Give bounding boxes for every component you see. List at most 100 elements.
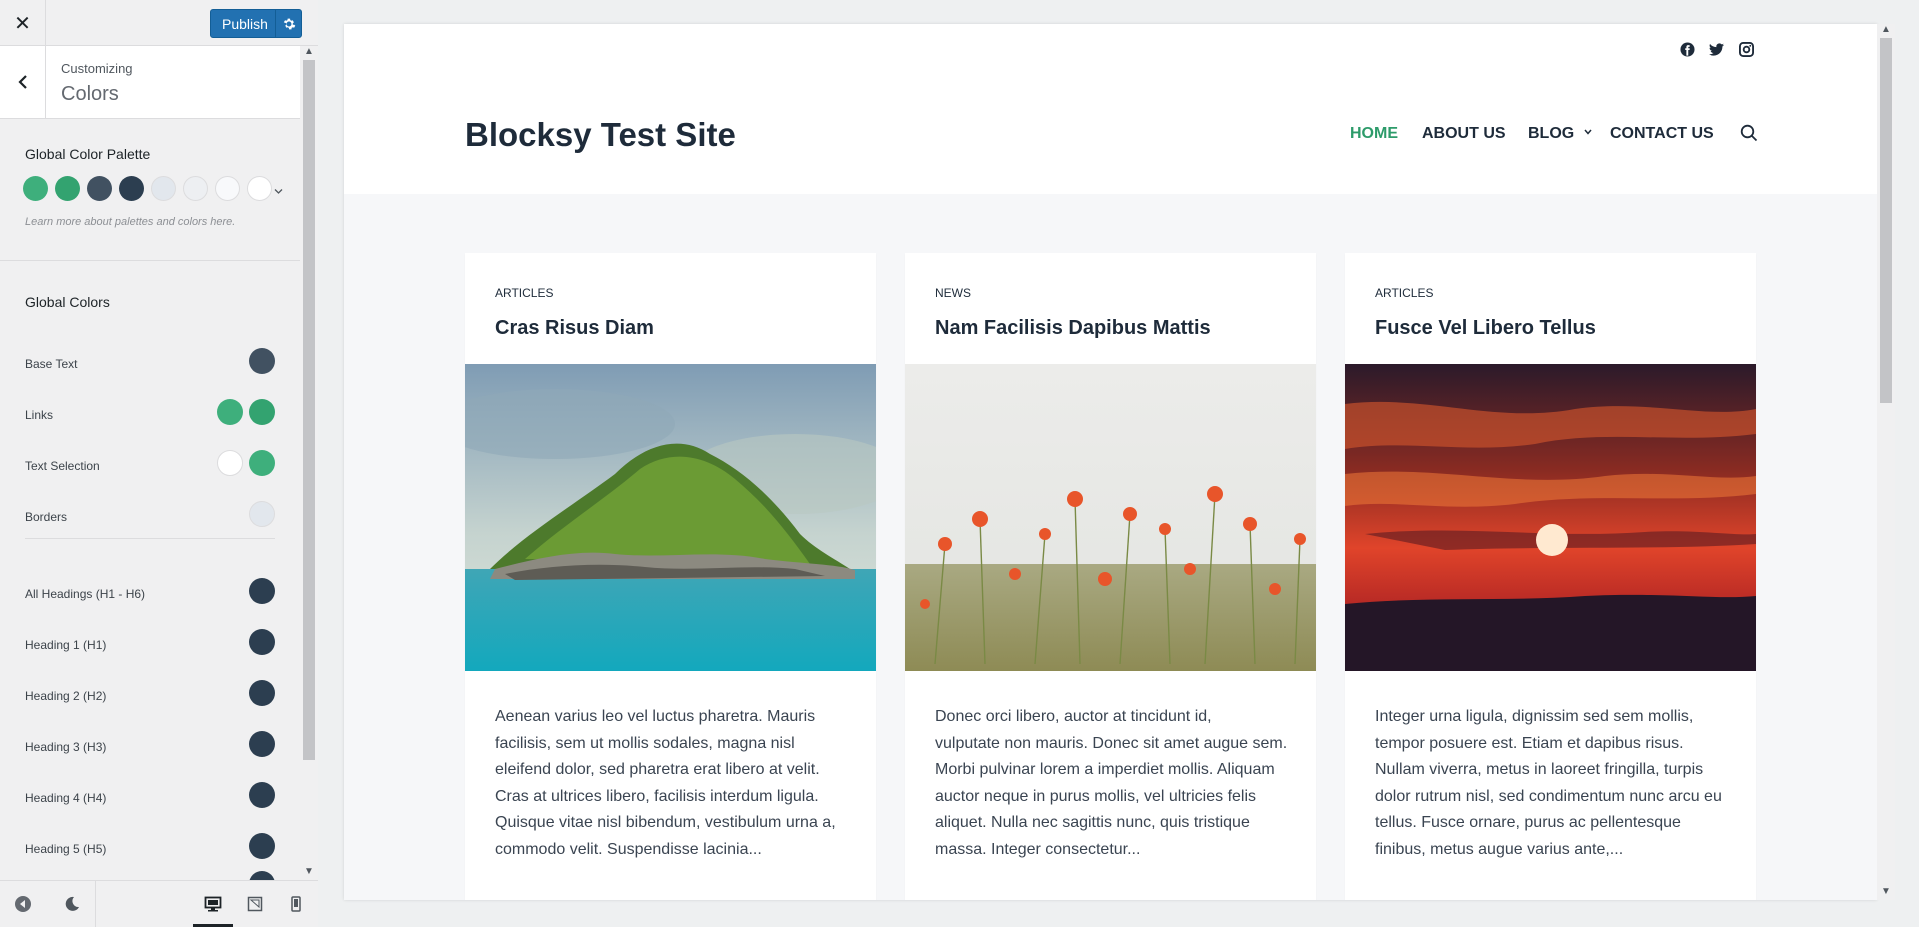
device-mobile-button[interactable] xyxy=(276,881,316,927)
preview-scrollbar[interactable]: ▲ ▼ xyxy=(1877,24,1895,900)
search-button[interactable] xyxy=(1740,124,1760,144)
excerpt-line: Nullam viverra, metus in laoreet fringil… xyxy=(1375,761,1704,778)
global-color-swatch[interactable] xyxy=(249,348,275,374)
post-excerpt: Integer urna ligula, dignissim sed sem m… xyxy=(1375,704,1735,863)
close-icon: ✕ xyxy=(14,12,31,35)
section-title: Colors xyxy=(61,83,119,105)
post-title[interactable]: Fusce Vel Libero Tellus xyxy=(1375,317,1596,340)
excerpt-line: Aenean varius leo vel luctus pharetra. M… xyxy=(495,708,816,725)
post-category[interactable]: ARTICLES xyxy=(1375,286,1433,300)
publish-button[interactable]: Publish xyxy=(210,9,302,38)
device-tablet-button[interactable] xyxy=(235,881,275,927)
twitter-link[interactable] xyxy=(1707,40,1725,58)
scroll-up-arrow-icon[interactable]: ▲ xyxy=(304,46,314,57)
section-header: Customizing Colors xyxy=(0,46,300,119)
back-button[interactable] xyxy=(0,46,46,118)
footer-divider xyxy=(95,881,96,927)
instagram-link[interactable] xyxy=(1737,40,1755,58)
nav-home[interactable]: HOME xyxy=(1350,125,1398,143)
scroll-down-arrow-icon[interactable]: ▼ xyxy=(304,866,314,877)
tablet-icon xyxy=(247,896,263,912)
island-image xyxy=(465,364,876,671)
post-title[interactable]: Cras Risus Diam xyxy=(495,317,654,340)
search-icon xyxy=(1740,124,1758,142)
global-colors-label: Global Colors xyxy=(25,294,110,310)
preview-scroll-up-arrow-icon[interactable]: ▲ xyxy=(1881,24,1891,35)
global-color-swatch[interactable] xyxy=(249,399,275,425)
global-color-swatch[interactable] xyxy=(249,501,275,527)
excerpt-line: finibus, metus augue varius ante,... xyxy=(1375,840,1624,858)
palette-color-3-swatch[interactable] xyxy=(87,176,112,201)
global-color-swatch[interactable] xyxy=(249,731,275,757)
global-color-swatch[interactable] xyxy=(249,871,275,880)
sidebar-scrollbar[interactable]: ▲ ▼ xyxy=(300,46,318,880)
excerpt-line: eleifend dolor, sed pharetra erat libero… xyxy=(495,761,820,778)
global-color-label: Text Selection xyxy=(25,459,100,473)
chevron-down-icon xyxy=(1584,129,1592,135)
sidebar-scrollbar-thumb[interactable] xyxy=(303,60,315,760)
palette-color-1-swatch[interactable] xyxy=(23,176,48,201)
mobile-icon xyxy=(291,896,301,912)
post-image-island[interactable] xyxy=(465,364,876,671)
headings-divider xyxy=(25,538,275,539)
facebook-link[interactable] xyxy=(1678,40,1696,58)
close-customizer-button[interactable]: ✕ xyxy=(0,0,46,46)
excerpt-line: massa. Integer consectetur... xyxy=(935,840,1141,858)
post-title[interactable]: Nam Facilisis Dapibus Mattis xyxy=(935,317,1211,340)
palette-dropdown-chevron-icon[interactable] xyxy=(274,188,283,195)
site-header: Blocksy Test Site HOME ABOUT US BLOG CON… xyxy=(344,24,1877,194)
excerpt-line: commodo velit. Suspendisse lacinia... xyxy=(495,840,762,858)
global-color-swatch[interactable] xyxy=(217,399,243,425)
palette-color-7-swatch[interactable] xyxy=(215,176,240,201)
post-category[interactable]: NEWS xyxy=(935,286,971,300)
instagram-icon xyxy=(1738,41,1754,57)
customizer-sidebar: ✕ Publish Customizing Colors Global Colo… xyxy=(0,0,318,927)
global-color-swatch[interactable] xyxy=(249,782,275,808)
excerpt-line: tempor posuere est. Etiam et dapibus ris… xyxy=(1375,734,1684,752)
site-title[interactable]: Blocksy Test Site xyxy=(465,116,736,154)
palette-help-link[interactable]: Learn more about palettes and colors her… xyxy=(25,216,235,228)
post-card: ARTICLES Fusce Vel Libero Tellus Integer… xyxy=(1345,253,1756,900)
publish-settings-gear-icon[interactable] xyxy=(276,17,301,31)
global-color-label: All Headings (H1 - H6) xyxy=(25,587,146,601)
excerpt-line: Cras at ultrices libero, facilisis inter… xyxy=(495,787,819,805)
device-desktop-button[interactable] xyxy=(193,881,233,927)
global-color-swatch[interactable] xyxy=(249,629,275,655)
customizer-footer xyxy=(0,880,318,927)
excerpt-line: auctor neque in purus mollis, vel ultric… xyxy=(935,787,1257,805)
chevron-left-icon xyxy=(17,75,27,89)
palette-color-8-swatch[interactable] xyxy=(247,176,272,201)
palette-color-2-swatch[interactable] xyxy=(55,176,80,201)
post-image-sunset[interactable] xyxy=(1345,364,1756,671)
hide-controls-button[interactable] xyxy=(3,881,43,927)
desktop-icon xyxy=(204,896,222,912)
preview-scrollbar-thumb[interactable] xyxy=(1880,38,1892,403)
global-color-label: Borders xyxy=(25,510,68,524)
excerpt-line: aliquet. Nulla nec sagittis nunc, quis t… xyxy=(935,814,1250,831)
sunset-image xyxy=(1345,364,1756,671)
customizer-topbar: ✕ Publish xyxy=(0,0,318,46)
excerpt-line: Integer urna ligula, dignissim sed sem m… xyxy=(1375,708,1694,725)
global-color-swatch[interactable] xyxy=(249,833,275,859)
global-color-swatch[interactable] xyxy=(249,680,275,706)
global-color-label: Heading 1 (H1) xyxy=(25,638,107,652)
nav-about-us[interactable]: ABOUT US xyxy=(1422,125,1506,143)
excerpt-line: Quisque vitae nisl bibendum, vestibulum … xyxy=(495,814,836,831)
dark-mode-icon xyxy=(65,896,79,911)
nav-blog[interactable]: BLOG xyxy=(1528,125,1592,143)
post-category[interactable]: ARTICLES xyxy=(495,286,553,300)
palette-label: Global Color Palette xyxy=(25,146,151,162)
dark-mode-button[interactable] xyxy=(52,881,92,927)
excerpt-line: Morbi pulvinar lorem a imperdiet mollis.… xyxy=(935,761,1275,778)
excerpt-line: dolor rutrum nisl, sed condimentum nunc … xyxy=(1375,787,1722,805)
global-color-swatch[interactable] xyxy=(249,578,275,604)
global-color-swatch[interactable] xyxy=(249,450,275,476)
global-color-swatch[interactable] xyxy=(217,450,243,476)
palette-color-6-swatch[interactable] xyxy=(183,176,208,201)
palette-color-4-swatch[interactable] xyxy=(119,176,144,201)
post-image-poppies[interactable] xyxy=(905,364,1316,671)
hide-controls-icon xyxy=(15,896,31,912)
preview-scroll-down-arrow-icon[interactable]: ▼ xyxy=(1881,886,1891,897)
nav-contact-us[interactable]: CONTACT US xyxy=(1610,125,1714,143)
palette-color-5-swatch[interactable] xyxy=(151,176,176,201)
